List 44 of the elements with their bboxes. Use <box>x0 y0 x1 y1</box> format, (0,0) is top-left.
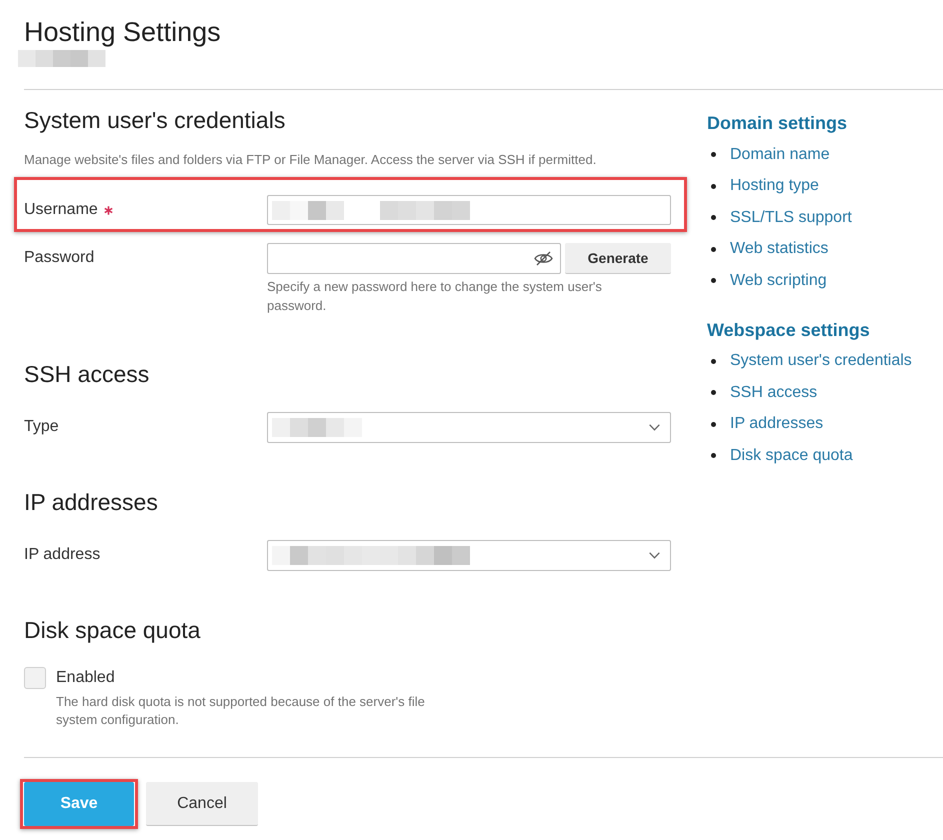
sidebar-link[interactable]: SSL/TLS support <box>730 208 852 228</box>
bullet-icon <box>711 184 716 189</box>
page-title: Hosting Settings <box>24 16 221 49</box>
field-hint: Specify a new password here to change the system user's password. <box>267 278 603 315</box>
cancel-button[interactable]: Cancel <box>146 782 258 826</box>
dropdown-select[interactable] <box>267 540 671 571</box>
checkbox-label: Enabled <box>56 668 115 688</box>
generate-button[interactable]: Generate <box>565 243 671 274</box>
sidebar-link[interactable]: Web statistics <box>730 239 828 260</box>
bullet-icon <box>711 152 716 158</box>
bullet-icon <box>711 278 716 284</box>
sidebar-link[interactable]: Disk space quota <box>730 446 853 466</box>
chevron-down-icon <box>649 552 660 559</box>
sidebar-link[interactable]: SSH access <box>730 382 818 403</box>
dropdown-select[interactable] <box>267 412 671 443</box>
bullet-icon <box>711 390 716 396</box>
section-heading: SSH access <box>24 360 150 389</box>
section-heading: System user's credentials <box>24 106 286 135</box>
sidebar-link[interactable]: Hosting type <box>730 176 819 196</box>
field-label: Password <box>24 248 94 268</box>
checkbox[interactable] <box>24 667 46 689</box>
sidebar-heading: Webspace settings <box>707 318 871 342</box>
field-label: Username <box>24 200 98 220</box>
bullet-icon <box>711 358 716 364</box>
field-label: Type <box>24 417 59 437</box>
field-hint: The hard disk quota is not supported because of the server's file system configuration. <box>56 693 426 729</box>
sidebar-link[interactable]: IP addresses <box>730 414 824 434</box>
sidebar-heading: Domain settings <box>707 112 848 135</box>
password-input[interactable] <box>267 243 561 274</box>
section-description: Manage website's files and folders via FTP or File Manager. Access the server via SSH if permitted. <box>24 151 598 169</box>
sidebar-link[interactable]: Domain name <box>730 144 830 165</box>
text-input[interactable] <box>267 195 671 225</box>
section-heading: IP addresses <box>24 488 159 517</box>
bullet-icon <box>711 215 716 220</box>
bullet-icon <box>711 246 716 252</box>
sidebar-link[interactable]: Web scripting <box>730 270 827 291</box>
bullet-icon <box>711 422 716 427</box>
chevron-down-icon <box>649 424 660 431</box>
field-label: IP address <box>24 545 100 565</box>
section-heading: Disk space quota <box>24 616 202 645</box>
save-button[interactable]: Save <box>24 782 134 826</box>
bullet-icon <box>711 453 716 458</box>
sidebar-link[interactable]: System user's credentials <box>730 351 912 372</box>
eye-slash-icon[interactable] <box>534 251 553 266</box>
